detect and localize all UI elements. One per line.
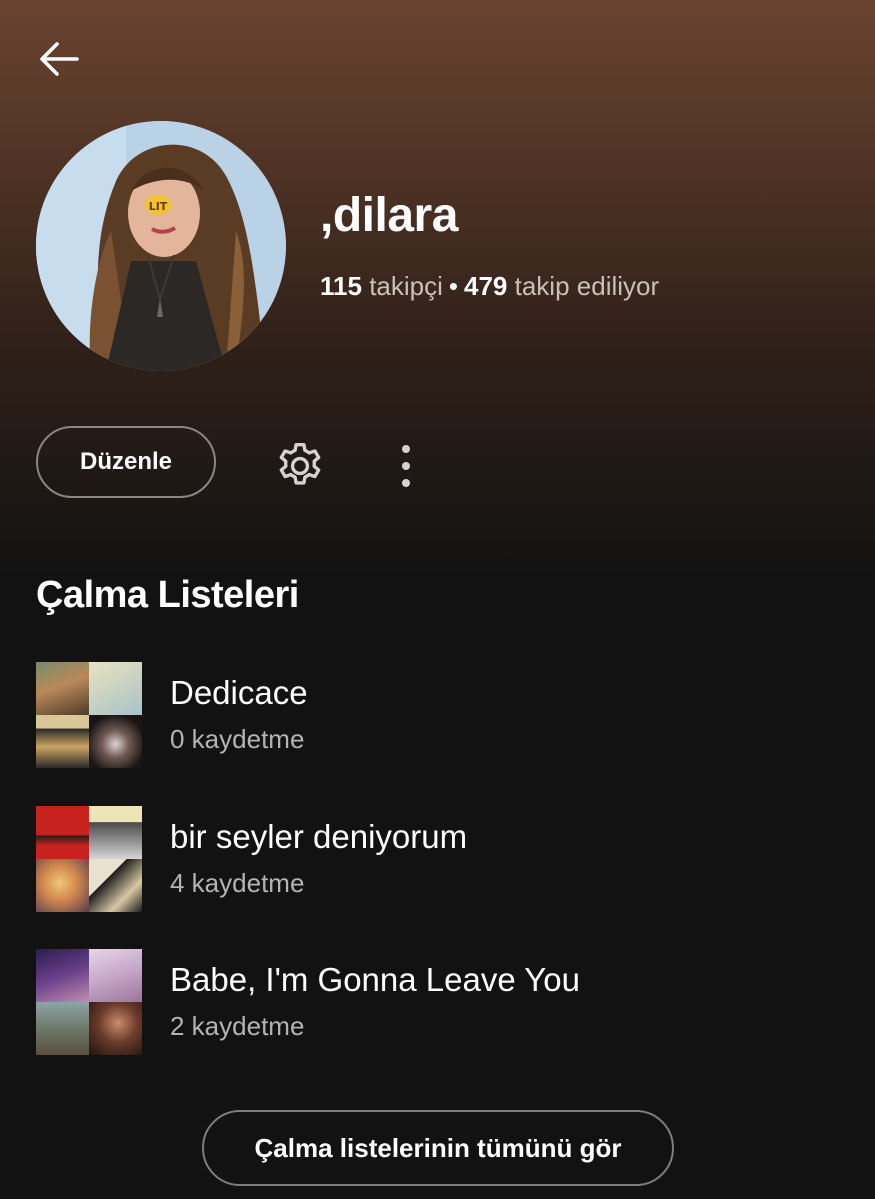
svg-text:LIT: LIT bbox=[149, 200, 168, 213]
playlist-saves: 0 kaydetme bbox=[170, 724, 305, 754]
settings-button[interactable] bbox=[268, 434, 332, 498]
following-count: 479 bbox=[464, 271, 508, 301]
more-options-button[interactable] bbox=[384, 434, 428, 498]
following-link[interactable]: 479 takip ediliyor bbox=[464, 271, 659, 301]
avatar[interactable]: LIT bbox=[36, 121, 286, 371]
more-vertical-icon-dot bbox=[402, 479, 410, 487]
back-button[interactable] bbox=[30, 30, 88, 88]
playlist-cover bbox=[36, 949, 142, 1055]
playlist-item[interactable]: bir seyler deniyorum 4 kaydetme bbox=[36, 806, 836, 914]
playlist-cover bbox=[36, 662, 142, 768]
playlist-name: bir seyler deniyorum bbox=[170, 818, 468, 855]
stats-separator: • bbox=[448, 271, 458, 301]
more-vertical-icon-dot bbox=[402, 462, 410, 470]
gear-icon bbox=[279, 442, 321, 485]
followers-count: 115 bbox=[320, 271, 362, 301]
more-vertical-icon-dot bbox=[402, 445, 410, 453]
playlist-name: Dedicace bbox=[170, 674, 308, 711]
profile-name: ,dilara bbox=[320, 189, 458, 242]
back-arrow-icon bbox=[40, 42, 79, 76]
playlist-saves: 2 kaydetme bbox=[170, 1011, 305, 1041]
edit-profile-button[interactable]: Düzenle bbox=[36, 426, 216, 498]
playlist-saves: 4 kaydetme bbox=[170, 868, 305, 898]
playlist-cover bbox=[36, 806, 142, 912]
followers-label: takipçi bbox=[369, 271, 443, 301]
playlist-item[interactable]: Dedicace 0 kaydetme bbox=[36, 662, 836, 770]
following-label: takip ediliyor bbox=[514, 271, 660, 301]
playlist-name: Babe, I'm Gonna Leave You bbox=[170, 961, 580, 998]
playlist-item[interactable]: Babe, I'm Gonna Leave You 2 kaydetme bbox=[36, 949, 836, 1057]
see-all-playlists-button[interactable]: Çalma listelerinin tümünü gör bbox=[202, 1110, 674, 1186]
followers-link[interactable]: 115 takipçi bbox=[320, 271, 443, 301]
follow-stats: 115 takipçi • 479 takip ediliyor bbox=[320, 271, 659, 302]
playlists-section-title: Çalma Listeleri bbox=[36, 574, 299, 616]
avatar-photo: LIT bbox=[36, 121, 286, 371]
